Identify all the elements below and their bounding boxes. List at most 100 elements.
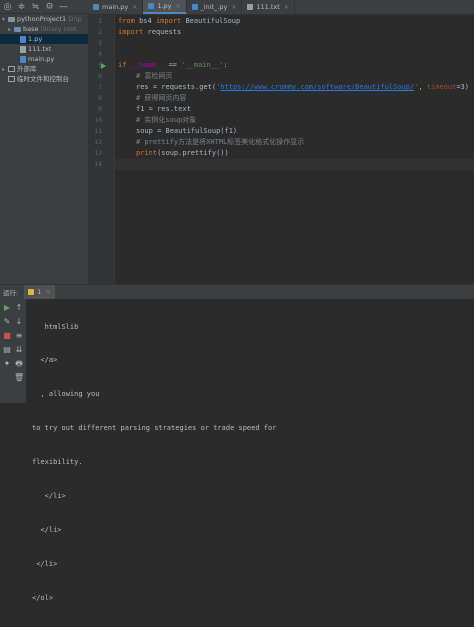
up-arrow-icon[interactable]: ↑ [14, 303, 24, 313]
console-line: , allowing you [32, 390, 100, 399]
code-token: __name__ [126, 61, 165, 69]
run-gutter-icon[interactable] [101, 63, 106, 69]
console-line: flexibility. [32, 458, 83, 467]
target-icon[interactable]: ◎ [3, 2, 12, 12]
run-side-toolbar: ▶ ↑ ✎ ↓ ■ ≡ ▤ ⇊ ✦ 🖶 🗑 [0, 299, 26, 403]
gear-icon[interactable]: ⚙ [45, 2, 54, 12]
tab-label: _init_.py [200, 3, 228, 11]
code-line: from bs4 import BeautifulSoup [118, 16, 240, 27]
console-line: </ol> [32, 593, 54, 602]
code-line: res = requests.get('https://www.crummy.c… [136, 82, 469, 93]
code-token: print [136, 149, 158, 157]
current-line-highlight [115, 159, 474, 170]
base-name: base [23, 25, 39, 33]
tab-label: main.py [102, 3, 129, 11]
print-icon[interactable]: 🖶 [14, 359, 24, 369]
code-comment: # 富检网页 [136, 72, 173, 80]
line-number: 13 [94, 149, 102, 157]
tree-file-row[interactable]: 1.py [0, 34, 88, 44]
python-file-icon [93, 4, 99, 10]
close-icon[interactable]: ✕ [176, 3, 181, 10]
run-tab[interactable]: 1 ✕ [24, 285, 55, 299]
console-line: to try out different parsing strategies … [32, 424, 277, 433]
code-token: == [164, 61, 182, 69]
code-token: bs4 [134, 17, 156, 25]
layout-icon[interactable]: ▤ [2, 345, 12, 355]
code-editor[interactable]: from bs4 import BeautifulSoup import req… [115, 15, 474, 284]
tree-external-row[interactable]: ▸ 外部库 [0, 64, 88, 74]
tab-111-txt[interactable]: 111.txt ✕ [242, 0, 295, 14]
tab-label: 1.py [157, 2, 172, 10]
console-line: </a> [32, 356, 58, 365]
code-line: # 富检网页 [136, 71, 172, 82]
rerun-icon[interactable]: ▶ [2, 303, 12, 313]
close-icon[interactable]: ✕ [45, 288, 50, 296]
console-output[interactable]: htmlSlib </a> , allowing you to try out … [32, 299, 472, 627]
console-line: </li> [32, 525, 62, 534]
console-line: </li> [32, 559, 58, 568]
scratch-label: 临时文件和控制台 [17, 75, 69, 83]
line-number: 8 [98, 94, 102, 102]
pin-icon[interactable]: ✦ [2, 359, 12, 369]
code-token: from [118, 17, 135, 25]
code-token: timeout [426, 83, 457, 91]
trash-icon[interactable]: 🗑 [14, 373, 24, 383]
editor-tabs: main.py ✕ 1.py ✕ _init_.py ✕ 111.txt ✕ [88, 0, 474, 15]
line-number: 1 [98, 17, 102, 25]
code-line: # prettify方法是将XHTML标签美化格式化操作显示 [136, 137, 304, 148]
console-line: </li> [32, 492, 66, 501]
code-token: requests [143, 28, 182, 36]
code-token: import [118, 28, 144, 36]
tree-file-row[interactable]: main.py [0, 54, 88, 64]
code-token: f1 = res.text [136, 105, 191, 113]
soft-wrap-icon[interactable]: ≡ [14, 331, 24, 341]
tree-base-row[interactable]: ▸ base library root [0, 24, 88, 34]
project-panel: ▾ pythonProject1 D:\p ▸ base library root … [0, 14, 89, 284]
code-token: (soup.prettify()) [157, 149, 229, 157]
line-number: 5 [98, 61, 102, 69]
code-url-link[interactable]: https://www.crummy.com/software/Beautifu… [220, 83, 414, 91]
close-icon[interactable]: ✕ [284, 4, 289, 11]
tree-file-row[interactable]: 111.txt [0, 44, 88, 54]
file-name: 1.py [28, 35, 43, 43]
line-number-gutter[interactable]: 1 2 3 4 5 6 7 8 9 10 11 12 13 14 [88, 15, 115, 284]
wrench-icon[interactable]: ✎ [2, 317, 12, 327]
line-number: 7 [98, 83, 102, 91]
close-icon[interactable]: ✕ [132, 4, 137, 11]
tree-root-row[interactable]: ▾ pythonProject1 D:\p [0, 14, 88, 24]
tab-main-py[interactable]: main.py ✕ [88, 0, 144, 14]
code-line: soup = BeautifulSoup(f1) [136, 126, 237, 137]
tab-init-py[interactable]: _init_.py ✕ [187, 0, 243, 14]
expand-all-icon[interactable]: ≒ [31, 2, 40, 12]
python-file-icon [148, 3, 155, 9]
file-name: 111.txt [28, 45, 52, 53]
down-arrow-icon[interactable]: ↓ [14, 317, 24, 327]
root-name: pythonProject1 [17, 15, 67, 23]
python-file-icon [20, 35, 26, 43]
close-icon[interactable]: ✕ [231, 4, 236, 11]
line-number: 14 [94, 160, 102, 168]
line-number: 12 [94, 138, 102, 146]
stop-icon[interactable]: ■ [2, 331, 12, 341]
scroll-to-end-icon[interactable]: ⇊ [14, 345, 24, 355]
folder-icon [14, 26, 21, 32]
collapse-all-icon[interactable]: ≑ [17, 2, 26, 12]
code-line: # 获得网页内容 [136, 93, 186, 104]
python-run-icon [28, 289, 35, 295]
python-file-icon [20, 55, 26, 63]
tab-1-py[interactable]: 1.py ✕ [143, 0, 187, 14]
project-toolbar: ◎ ≑ ≒ ⚙ — [0, 0, 88, 14]
tree-scratch-row[interactable]: 临时文件和控制台 [0, 74, 88, 84]
folder-icon [8, 16, 15, 22]
line-number: 6 [98, 72, 102, 80]
line-number: 3 [98, 39, 102, 47]
line-number: 11 [94, 127, 102, 135]
library-icon [8, 66, 15, 72]
code-token: res = requests.get( [136, 83, 217, 91]
code-token: , [418, 83, 427, 91]
line-number: 9 [98, 105, 102, 113]
code-line: import requests [118, 27, 181, 38]
minimize-icon[interactable]: — [59, 2, 68, 12]
code-comment: # 获得网页内容 [136, 94, 187, 102]
code-line: f1 = res.text [136, 104, 191, 115]
